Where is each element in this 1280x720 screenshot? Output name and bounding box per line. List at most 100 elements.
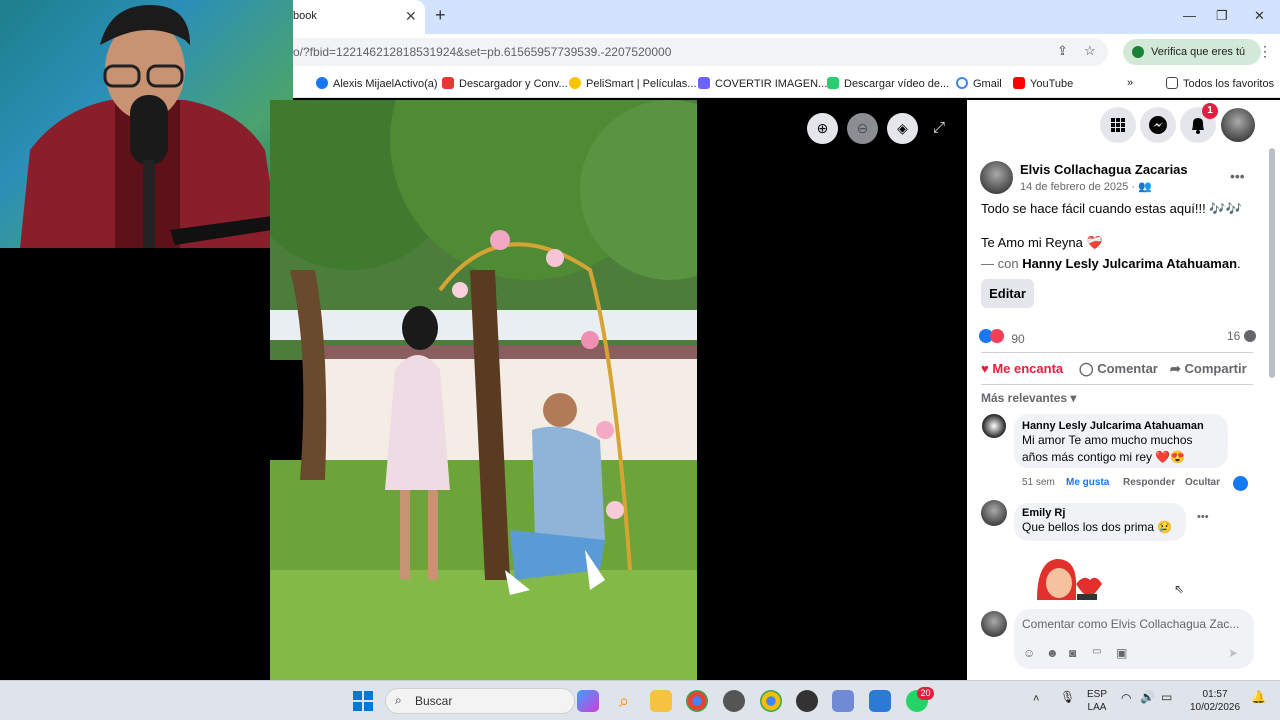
file-explorer-icon[interactable] bbox=[650, 690, 672, 712]
author-avatar[interactable] bbox=[980, 161, 1013, 194]
verify-identity-chip[interactable]: Verifica que eres tú bbox=[1123, 39, 1261, 65]
comment-time[interactable]: 51 sem bbox=[1022, 477, 1055, 488]
share-label: Compartir bbox=[1184, 361, 1247, 376]
reaction-summary[interactable]: 90 bbox=[979, 329, 1025, 346]
bookmark-label: COVERTIR IMAGEN... bbox=[715, 78, 828, 90]
volume-icon[interactable]: 🔊 bbox=[1140, 691, 1155, 704]
app-icon[interactable] bbox=[723, 690, 745, 712]
comment-like-button[interactable]: Me gusta bbox=[1066, 477, 1109, 488]
commenter-avatar[interactable] bbox=[981, 500, 1007, 526]
grid-icon bbox=[1111, 118, 1125, 132]
camera-icon[interactable]: ◙ bbox=[1069, 646, 1076, 660]
restore-icon[interactable]: ❐ bbox=[1216, 8, 1228, 24]
chrome-icon[interactable] bbox=[686, 690, 708, 712]
comment-icon: ◯ bbox=[1079, 361, 1094, 376]
active-tab[interactable]: book ✕ bbox=[293, 0, 425, 34]
edit-button[interactable]: Editar bbox=[981, 279, 1034, 308]
comment-input-placeholder: Comentar como Elvis Collachagua Zac... bbox=[1022, 617, 1240, 631]
toolbar: o/?fbid=122146212818531924&set=pb.615659… bbox=[293, 34, 1280, 70]
bookmark-item[interactable]: Descargar vídeo de... bbox=[827, 77, 949, 90]
post-photo[interactable] bbox=[270, 100, 697, 680]
bookmark-item[interactable]: Gmail bbox=[956, 77, 1002, 90]
send-icon[interactable]: ➤ bbox=[1228, 646, 1238, 660]
media-player-icon[interactable] bbox=[796, 690, 818, 712]
keyboard-layout: LAA bbox=[1087, 702, 1107, 713]
clock[interactable]: 01:57 10/02/2026 bbox=[1190, 688, 1240, 714]
battery-icon[interactable]: ▭ bbox=[1161, 691, 1172, 704]
bookmark-item[interactable]: COVERTIR IMAGEN... bbox=[698, 77, 827, 90]
clock-time: 01:57 bbox=[1202, 689, 1228, 700]
taskbar-search[interactable]: ⌕ Buscar bbox=[385, 688, 575, 714]
sticker-image bbox=[1037, 559, 1102, 600]
windows-start-icon[interactable] bbox=[353, 691, 373, 711]
panel-scrollbar[interactable] bbox=[1269, 148, 1275, 378]
avatar-sticker-icon[interactable]: ☺ bbox=[1023, 646, 1035, 660]
comment-input[interactable]: Comentar como Elvis Collachagua Zac... ☺… bbox=[1014, 609, 1254, 669]
notification-center-icon[interactable]: 🔔 bbox=[1251, 691, 1266, 704]
love-button[interactable]: ♥ Me encanta bbox=[981, 361, 1063, 376]
close-tab-icon[interactable]: ✕ bbox=[405, 8, 417, 25]
tagged-person-link[interactable]: Hanny Lesly Julcarima Atahuaman bbox=[1022, 256, 1237, 271]
youtube-icon bbox=[1013, 77, 1025, 89]
current-user-avatar bbox=[981, 611, 1007, 637]
reaction-count: 90 bbox=[1011, 332, 1025, 346]
comment-count[interactable]: 16 bbox=[1227, 329, 1256, 343]
post-text-line2: Te Amo mi Reyna ❤️‍🩹 bbox=[981, 235, 1103, 250]
capture-app-icon[interactable] bbox=[832, 690, 854, 712]
comment-options-icon[interactable]: ••• bbox=[1197, 511, 1209, 523]
account-avatar[interactable] bbox=[1221, 108, 1255, 142]
emoji-icon[interactable]: ☻ bbox=[1046, 646, 1059, 660]
commenter-avatar[interactable] bbox=[982, 414, 1006, 438]
zoom-out-icon[interactable]: ⊖ bbox=[847, 113, 878, 144]
caret-down-icon: ▾ bbox=[1070, 391, 1077, 405]
comment-author[interactable]: Emily Rj bbox=[1022, 507, 1178, 519]
url-text: o/?fbid=122146212818531924&set=pb.615659… bbox=[293, 45, 672, 59]
address-bar[interactable]: o/?fbid=122146212818531924&set=pb.615659… bbox=[293, 38, 1108, 66]
comment-like-icon bbox=[1233, 476, 1248, 491]
comment-text-line2: años más contigo mi rey ❤️😍 bbox=[1022, 450, 1186, 464]
with-prefix: — con bbox=[981, 256, 1023, 271]
search-icon: ⌕ bbox=[395, 693, 402, 707]
menu-grid-icon[interactable] bbox=[1100, 107, 1136, 143]
chrome-menu-icon[interactable]: ⋮ bbox=[1258, 43, 1272, 60]
bookmark-item[interactable]: YouTube bbox=[1013, 77, 1073, 90]
language-indicator[interactable]: ESP LAA bbox=[1087, 688, 1107, 714]
post-options-icon[interactable]: ••• bbox=[1230, 168, 1245, 184]
close-window-icon[interactable]: ✕ bbox=[1254, 8, 1265, 24]
friends-audience-icon: 👥 bbox=[1138, 181, 1152, 193]
post-date[interactable]: 14 de febrero de 2025 · 👥 bbox=[1020, 180, 1152, 193]
all-favorites[interactable]: Todos los favoritos bbox=[1166, 77, 1274, 90]
copilot-icon[interactable] bbox=[577, 690, 599, 712]
comment-reply-button[interactable]: Responder bbox=[1123, 477, 1175, 488]
new-tab-icon[interactable]: + bbox=[435, 5, 446, 26]
comment-button[interactable]: ◯ Comentar bbox=[1079, 361, 1158, 377]
comment-author[interactable]: Hanny Lesly Julcarima Atahuaman bbox=[1022, 420, 1220, 432]
microphone-icon[interactable]: 🎙 bbox=[1060, 691, 1075, 704]
sticker-icon[interactable]: ▣ bbox=[1116, 646, 1127, 660]
post-date-text: 14 de febrero de 2025 bbox=[1020, 181, 1129, 193]
bookmark-item[interactable]: Alexis MijaelActivo(a) bbox=[316, 77, 438, 90]
editor-app-icon[interactable] bbox=[869, 690, 891, 712]
tray-overflow-icon[interactable]: ˄ bbox=[1033, 693, 1039, 706]
bookmark-item[interactable]: Descargador y Conv... bbox=[442, 77, 568, 90]
photo-viewer-background bbox=[697, 100, 967, 680]
minimize-icon[interactable]: — bbox=[1183, 8, 1196, 23]
post-author[interactable]: Elvis Collachagua Zacarias bbox=[1020, 162, 1188, 177]
tag-icon[interactable]: ◈ bbox=[887, 113, 918, 144]
wifi-icon[interactable]: ◠ bbox=[1121, 692, 1131, 705]
sort-comments-dropdown[interactable]: Más relevantes ▾ bbox=[981, 391, 1076, 405]
share-button[interactable]: ➦ Compartir bbox=[1170, 361, 1247, 377]
pelismart-icon bbox=[569, 77, 581, 89]
comment-hide-button[interactable]: Ocultar bbox=[1185, 477, 1220, 488]
chrome-profile-icon[interactable] bbox=[760, 690, 782, 712]
search-app-icon[interactable]: ⌕ bbox=[613, 690, 635, 712]
fullscreen-icon[interactable]: ⤢ bbox=[933, 119, 945, 136]
more-bookmarks-icon[interactable]: » bbox=[1127, 77, 1133, 89]
webcam-person-image bbox=[20, 5, 285, 248]
install-app-icon[interactable]: ⇪ bbox=[1057, 43, 1068, 59]
bookmark-star-icon[interactable]: ☆ bbox=[1084, 43, 1096, 59]
bookmark-item[interactable]: PeliSmart | Películas... bbox=[569, 77, 696, 90]
zoom-in-icon[interactable]: ⊕ bbox=[807, 113, 838, 144]
gif-icon[interactable]: ▭ bbox=[1092, 646, 1101, 657]
messenger-icon[interactable] bbox=[1140, 107, 1176, 143]
